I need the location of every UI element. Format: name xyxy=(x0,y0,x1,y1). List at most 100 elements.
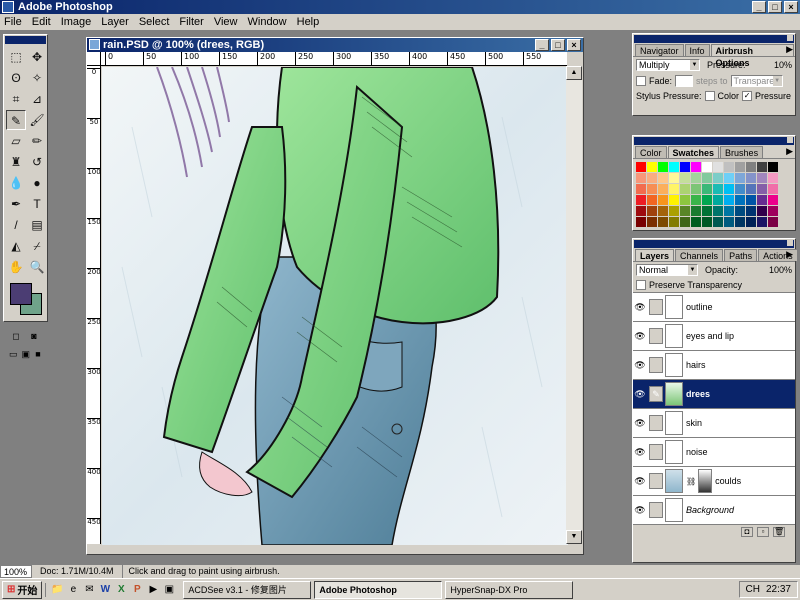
zoom-field[interactable]: 100% xyxy=(0,565,32,578)
color-swatch[interactable] xyxy=(724,173,734,183)
scroll-up-button[interactable]: ▲ xyxy=(566,66,582,80)
color-swatch[interactable] xyxy=(735,195,745,205)
crop-icon[interactable]: ⌗ xyxy=(6,89,26,109)
layers-titlebar[interactable] xyxy=(634,240,794,248)
color-swatch[interactable] xyxy=(746,173,756,183)
color-swatch[interactable] xyxy=(702,162,712,172)
color-swatch[interactable] xyxy=(669,184,679,194)
color-swatch[interactable] xyxy=(636,162,646,172)
doc-maximize-button[interactable]: □ xyxy=(551,39,565,51)
palette-menu-arrow-icon[interactable]: ▶ xyxy=(786,44,793,55)
link-slot[interactable] xyxy=(649,415,663,431)
pencil-icon[interactable]: ✏ xyxy=(27,131,47,151)
minimize-button[interactable]: _ xyxy=(752,1,766,13)
eye-icon[interactable]: 👁 xyxy=(633,389,647,400)
explorer-icon[interactable]: 📁 xyxy=(50,583,64,597)
type-icon[interactable]: T xyxy=(27,194,47,214)
color-swatch[interactable] xyxy=(658,195,668,205)
color-swatch[interactable] xyxy=(691,173,701,183)
color-swatch[interactable] xyxy=(691,162,701,172)
color-swatch[interactable] xyxy=(647,206,657,216)
full-screen-icon[interactable]: ■ xyxy=(33,347,43,361)
color-swatch[interactable] xyxy=(702,217,712,227)
swatches-titlebar[interactable] xyxy=(634,137,794,145)
layer-mask-thumbnail[interactable] xyxy=(698,469,713,493)
color-swatch[interactable] xyxy=(691,217,701,227)
stylus-pressure-checkbox[interactable]: ✓ xyxy=(742,91,753,101)
vertical-scrollbar[interactable]: ▲ ▼ xyxy=(566,66,582,544)
link-slot[interactable] xyxy=(649,473,663,489)
layer-row[interactable]: 👁 outline xyxy=(633,293,795,322)
desktop-icon[interactable]: ▣ xyxy=(162,583,176,597)
ie-icon[interactable]: e xyxy=(66,583,80,597)
color-swatch[interactable] xyxy=(658,184,668,194)
quickmask-mode-icon[interactable]: ◙ xyxy=(26,329,42,343)
eye-icon[interactable]: 👁 xyxy=(633,505,647,516)
color-swatch[interactable] xyxy=(768,173,778,183)
color-swatch[interactable] xyxy=(658,162,668,172)
color-swatch[interactable] xyxy=(768,217,778,227)
color-swatch[interactable] xyxy=(658,206,668,216)
menu-view[interactable]: View xyxy=(214,14,238,30)
color-swatch[interactable] xyxy=(724,162,734,172)
menu-select[interactable]: Select xyxy=(139,14,170,30)
menu-file[interactable]: File xyxy=(4,14,22,30)
task-acdsee[interactable]: ACDSee v3.1 - 修复图片 xyxy=(183,580,312,599)
color-swatch[interactable] xyxy=(680,206,690,216)
slice-icon[interactable]: ⊿ xyxy=(27,89,47,109)
color-swatch[interactable] xyxy=(746,217,756,227)
preserve-transparency-checkbox[interactable] xyxy=(636,280,646,290)
color-swatch[interactable] xyxy=(647,195,657,205)
vertical-ruler[interactable]: 050100150200250300350400450500 xyxy=(87,66,101,544)
tab-color[interactable]: Color xyxy=(635,146,667,158)
color-swatch[interactable] xyxy=(735,184,745,194)
color-swatch[interactable] xyxy=(713,184,723,194)
layer-row[interactable]: 👁 Background xyxy=(633,496,795,525)
menu-image[interactable]: Image xyxy=(61,14,92,30)
gradient-icon[interactable]: ▤ xyxy=(27,215,47,235)
color-swatch[interactable] xyxy=(724,217,734,227)
trash-icon[interactable]: 🗑 xyxy=(773,527,785,537)
scroll-down-button[interactable]: ▼ xyxy=(566,530,582,544)
tab-airbrush-options[interactable]: Airbrush Options xyxy=(710,44,794,68)
menu-edit[interactable]: Edit xyxy=(32,14,51,30)
color-swatch[interactable] xyxy=(713,195,723,205)
marquee-icon[interactable]: ⬚ xyxy=(6,47,26,67)
layer-row[interactable]: 👁 noise xyxy=(633,438,795,467)
color-swatch[interactable] xyxy=(768,206,778,216)
layer-blend-mode-select[interactable]: Normal ▼ xyxy=(636,264,698,276)
paintbrush-icon[interactable]: ✎ xyxy=(649,386,663,402)
history-brush-icon[interactable]: ↺ xyxy=(27,152,47,172)
color-swatch[interactable] xyxy=(647,184,657,194)
word-icon[interactable]: W xyxy=(98,583,112,597)
doc-close-button[interactable]: × xyxy=(567,39,581,51)
color-swatch[interactable] xyxy=(647,162,657,172)
color-swatch[interactable] xyxy=(713,162,723,172)
color-swatch[interactable] xyxy=(724,195,734,205)
measure-icon[interactable]: / xyxy=(6,215,26,235)
new-layer-icon[interactable]: ▫ xyxy=(757,527,769,537)
full-screen-menu-icon[interactable]: ▣ xyxy=(20,347,32,361)
layer-row[interactable]: 👁 skin xyxy=(633,409,795,438)
link-slot[interactable] xyxy=(649,328,663,344)
color-swatch[interactable] xyxy=(702,173,712,183)
color-swatch[interactable] xyxy=(735,173,745,183)
tab-brushes[interactable]: Brushes xyxy=(720,146,764,158)
color-swatch[interactable] xyxy=(735,217,745,227)
palette-titlebar[interactable] xyxy=(634,35,794,43)
color-swatch[interactable] xyxy=(713,173,723,183)
close-button[interactable]: × xyxy=(784,1,798,13)
color-swatch[interactable] xyxy=(658,217,668,227)
powerpoint-icon[interactable]: P xyxy=(130,583,144,597)
fade-target-select[interactable]: Transparent ▼ xyxy=(730,75,783,87)
color-swatch[interactable] xyxy=(746,184,756,194)
eye-icon[interactable]: 👁 xyxy=(633,331,647,342)
color-swatch[interactable] xyxy=(669,217,679,227)
ime-indicator[interactable]: CH xyxy=(746,584,760,595)
color-swatch[interactable] xyxy=(636,184,646,194)
image-canvas[interactable] xyxy=(102,67,568,545)
toolbox-titlebar[interactable] xyxy=(5,36,46,44)
eyedropper-icon[interactable]: ⌿ xyxy=(27,236,47,256)
add-mask-icon[interactable]: ◘ xyxy=(741,527,753,537)
media-player-icon[interactable]: ▶ xyxy=(146,583,160,597)
